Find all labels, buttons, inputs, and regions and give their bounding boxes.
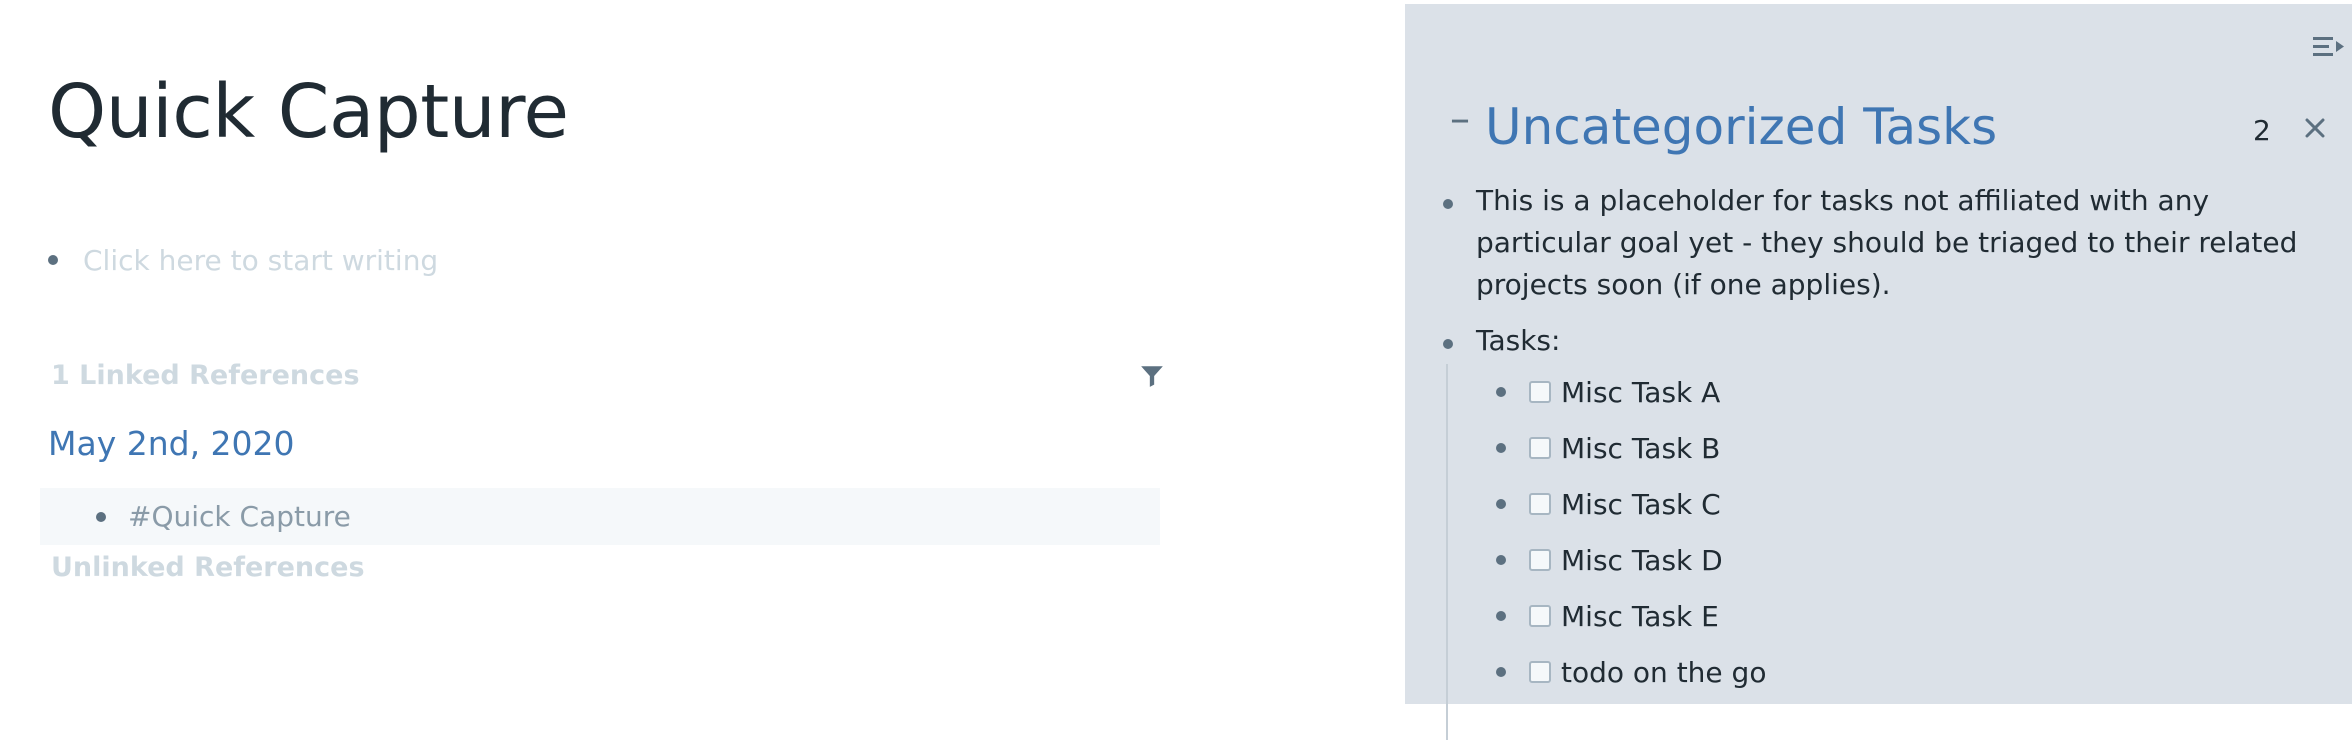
task-item[interactable]: todo on the go [1496,644,2323,700]
reference-block-text[interactable]: #Quick Capture [128,500,351,533]
todo-checkbox[interactable] [1529,661,1551,683]
task-item[interactable]: Misc Task D [1496,532,2323,588]
list-item[interactable]: Tasks: [1443,320,2323,362]
bullet[interactable] [1496,667,1506,677]
bullet[interactable] [1496,611,1506,621]
reference-count[interactable]: 2 [2253,114,2271,147]
right-sidebar: – Uncategorized Tasks 2 This is a placeh… [1405,4,2352,740]
block-text[interactable]: This is a placeholder for tasks not affi… [1476,180,2323,306]
sidebar-block-list: This is a placeholder for tasks not affi… [1443,180,2323,740]
placeholder-text[interactable]: Click here to start writing [83,244,438,277]
task-item[interactable]: Misc Task A [1496,364,2323,420]
unlinked-references-header[interactable]: Unlinked References [51,552,365,583]
reference-block[interactable]: #Quick Capture [40,488,1160,545]
bullet[interactable] [1443,199,1453,209]
task-item[interactable]: Misc Task C [1496,476,2323,532]
close-icon[interactable] [2297,110,2333,146]
task-label[interactable]: Misc Task E [1561,600,1719,633]
task-label[interactable]: Misc Task D [1561,544,1723,577]
task-label[interactable]: Misc Task A [1561,376,1720,409]
page-title[interactable]: Quick Capture [48,71,569,153]
task-item[interactable]: Misc Task B [1496,420,2323,476]
todo-checkbox[interactable] [1529,549,1551,571]
linked-references-header: 1 Linked References [51,360,360,391]
bullet[interactable] [1443,339,1453,349]
todo-checkbox[interactable] [1529,493,1551,515]
reference-page-link[interactable]: May 2nd, 2020 [48,424,295,463]
todo-checkbox[interactable] [1529,437,1551,459]
main-page: Quick Capture Click here to start writin… [0,0,1405,704]
bullet[interactable] [48,255,58,265]
todo-checkbox[interactable] [1529,605,1551,627]
sidebar-page-title[interactable]: Uncategorized Tasks [1485,98,1997,156]
task-item[interactable]: Misc Task E [1496,588,2323,644]
task-label[interactable]: Misc Task B [1561,432,1720,465]
bullet[interactable] [1496,387,1506,397]
sidebar-toggle-icon[interactable] [2310,28,2348,66]
task-label[interactable]: todo on the go [1561,656,1766,689]
task-label[interactable]: Misc Task C [1561,488,1721,521]
bullet[interactable] [1496,499,1506,509]
todo-checkbox[interactable] [1529,381,1551,403]
collapse-toggle[interactable]: – [1445,96,1475,142]
bullet[interactable] [1496,555,1506,565]
list-item[interactable]: This is a placeholder for tasks not affi… [1443,180,2323,306]
block-text[interactable]: Tasks: [1476,320,1560,362]
task-list: Misc Task A Misc Task B Misc Task C Misc… [1446,364,2323,740]
bullet[interactable] [1496,443,1506,453]
empty-block[interactable]: Click here to start writing [48,238,438,282]
bullet[interactable] [96,511,106,522]
filter-icon[interactable] [1136,360,1168,392]
